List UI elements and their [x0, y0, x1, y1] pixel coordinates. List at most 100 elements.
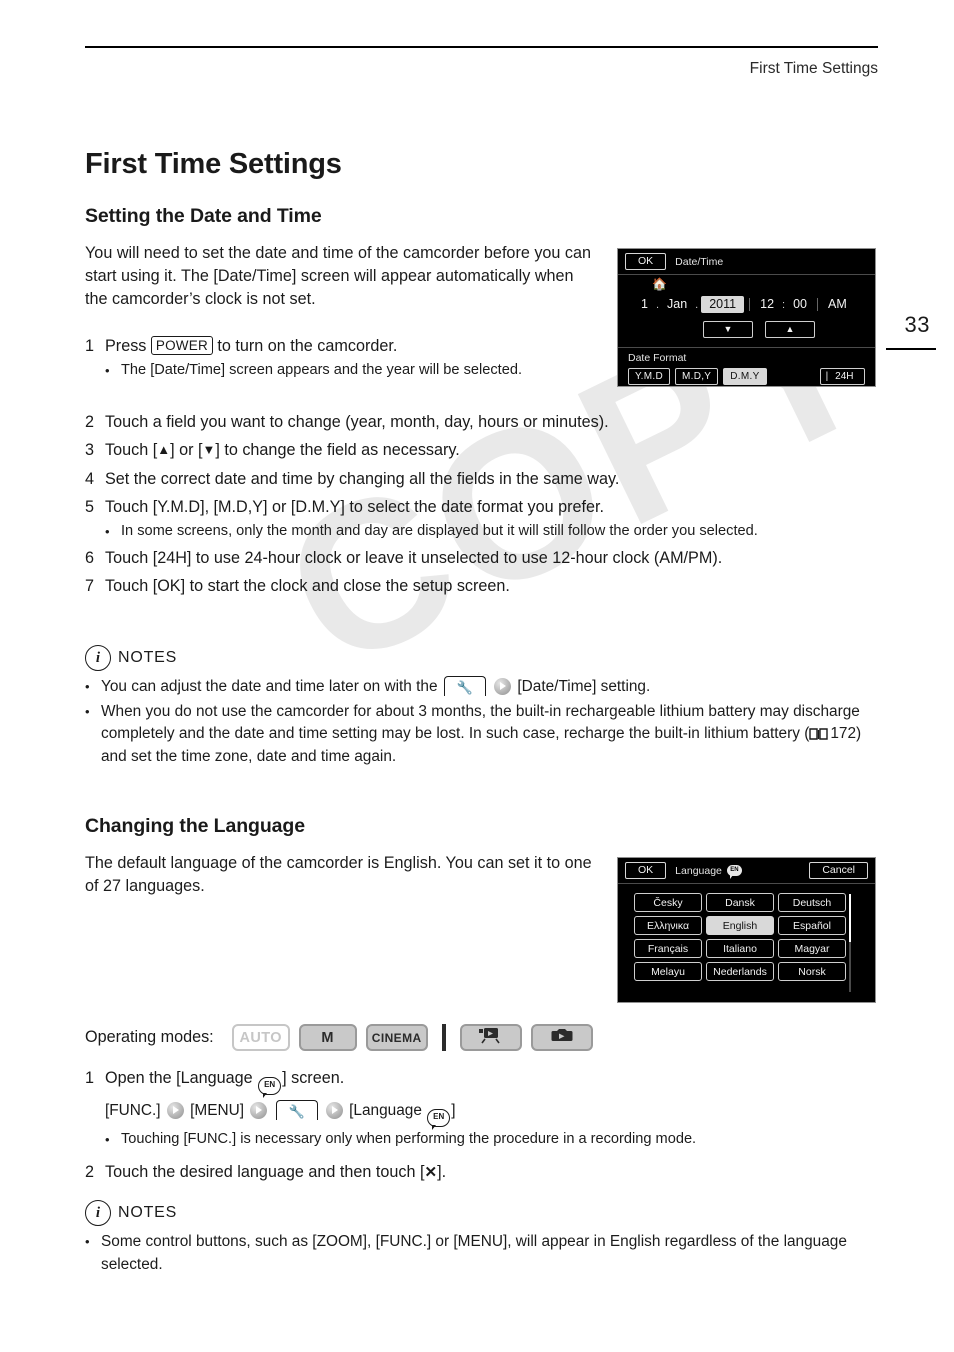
language-option-italiano[interactable]: Italiano	[706, 939, 774, 958]
note-1-text: Some control buttons, such as [ZOOM], [F…	[101, 1233, 847, 1273]
arrow-right-icon	[250, 1102, 268, 1119]
notes-heading: i NOTES	[85, 645, 878, 671]
language-option-espanol[interactable]: Español	[778, 916, 846, 935]
info-icon: i	[85, 1200, 111, 1226]
language-step-1-text-before: Open the [Language	[105, 1069, 253, 1087]
language-option-francais[interactable]: Français	[634, 939, 702, 958]
note-item-1: • Some control buttons, such as [ZOOM], …	[85, 1231, 878, 1276]
clock-24h-button[interactable]: | 24H	[819, 368, 865, 385]
field-divider	[817, 298, 818, 311]
photo-playback-icon	[549, 1026, 575, 1049]
down-arrow-button[interactable]: ▼	[703, 321, 753, 338]
notes-label: NOTES	[118, 649, 178, 666]
menu-path-language[interactable]: [Language	[349, 1102, 422, 1119]
datetime-field-row: 1 . Jan . 2011 12 : 00 AM	[636, 296, 852, 313]
language-step-1-number: 1	[85, 1069, 95, 1087]
note-2-page-ref: 172	[830, 725, 857, 742]
language-step-2-number: 2	[85, 1163, 95, 1181]
step-3-text-after: ] to change the field as necessary.	[215, 441, 460, 459]
language-step-2-text-after: ].	[437, 1163, 447, 1181]
wrench-icon: 🔧	[456, 679, 473, 695]
step-3-number: 3	[85, 441, 95, 459]
minute-field[interactable]: 00	[788, 296, 812, 313]
book-reference-icon	[809, 726, 829, 740]
lcd-screenshot-date-time: OK Date/Time 🏠 1 . Jan . 2011 12 : 00 AM…	[617, 248, 876, 387]
section-date-time: Setting the Date and Time You will need …	[85, 205, 595, 311]
lcd-title: Date/Time	[675, 255, 724, 268]
step-2-number: 2	[85, 413, 95, 431]
up-arrow-button[interactable]: ▲	[765, 321, 815, 338]
lcd-titlebar: OK Date/Time	[618, 249, 875, 275]
language-option-magyar[interactable]: Magyar	[778, 939, 846, 958]
lcd-ok-button[interactable]: OK	[625, 253, 667, 270]
language-option-melayu[interactable]: Melayu	[634, 962, 702, 981]
step-1-bullet: • The [Date/Time] screen appears and the…	[105, 360, 595, 381]
header-rule	[85, 46, 878, 48]
bullet-dot: •	[85, 679, 90, 694]
step-3-text: Touch [▲] or [▼] to change the field as …	[105, 438, 878, 463]
notes-label: NOTES	[118, 1204, 178, 1221]
format-button-dmy[interactable]: D.M.Y	[723, 368, 767, 385]
power-keycap[interactable]: POWER	[150, 336, 213, 355]
bullet-dot: •	[105, 1132, 110, 1147]
setup-menu-tab-icon: 🔧	[443, 676, 486, 696]
step-3: 3 Touch [▲] or [▼] to change the field a…	[85, 438, 878, 463]
language-step-1-text: Open the [Language EN] screen.	[105, 1066, 878, 1098]
format-button-mdy[interactable]: M.D,Y	[675, 368, 719, 385]
language-step-2: 2 Touch the desired language and then to…	[85, 1160, 878, 1185]
language-option-dansk[interactable]: Dansk	[706, 893, 774, 912]
mode-button-manual[interactable]: M	[298, 1024, 357, 1051]
home-icon: 🏠	[652, 277, 667, 291]
lcd-titlebar: OK Language EN Cancel	[618, 858, 875, 884]
meridiem-field[interactable]: AM	[823, 296, 852, 313]
clock-24h-indicator: |	[825, 371, 829, 382]
lcd-cancel-button[interactable]: Cancel	[809, 862, 868, 879]
language-option-norsk[interactable]: Norsk	[778, 962, 846, 981]
language-step-1-bullet-text: Touching [FUNC.] is necessary only when …	[121, 1131, 697, 1147]
arrow-right-icon	[325, 1102, 343, 1119]
arrow-right-icon	[494, 678, 512, 695]
date-format-row: Y.M.D M.D,Y D.M.Y | 24H	[628, 368, 875, 385]
hour-field[interactable]: 12	[755, 296, 779, 313]
page-number-rule	[886, 348, 936, 350]
info-icon: i	[85, 645, 111, 671]
notes-block-language: i NOTES • Some control buttons, such as …	[85, 1200, 878, 1276]
format-button-ymd[interactable]: Y.M.D	[628, 368, 670, 385]
language-option-english[interactable]: English	[706, 916, 774, 935]
language-option-ellinika[interactable]: Ελληνικα	[634, 916, 702, 935]
section-heading-date-time: Setting the Date and Time	[85, 205, 322, 227]
mode-button-auto[interactable]: AUTO	[231, 1024, 290, 1051]
bullet-dot: •	[85, 1234, 90, 1249]
year-field[interactable]: 2011	[701, 296, 745, 313]
language-option-deutsch[interactable]: Deutsch	[778, 893, 846, 912]
step-7-text: Touch [OK] to start the clock and close …	[105, 577, 510, 595]
setup-menu-tab-icon[interactable]: 🔧	[275, 1100, 318, 1120]
mode-button-movie-playback[interactable]	[459, 1024, 522, 1051]
language-scrollbar[interactable]	[849, 894, 851, 992]
day-field[interactable]: 1	[636, 296, 653, 313]
step-5-bullet-text: In some screens, only the month and day …	[121, 523, 758, 539]
clock-24h-label: 24H	[835, 371, 854, 382]
step-1-number: 1	[85, 337, 95, 355]
menu-path-func[interactable]: [FUNC.]	[105, 1102, 161, 1119]
intro-paragraph-date-time: You will need to set the date and time o…	[85, 244, 592, 308]
down-triangle-icon: ▼	[202, 442, 216, 457]
language-step-1: 1 Open the [Language EN] screen.	[85, 1066, 878, 1098]
notes-heading: i NOTES	[85, 1200, 878, 1226]
step-1-text: Press POWER to turn on the camcorder.	[105, 334, 595, 358]
step-1: 1 Press POWER to turn on the camcorder.	[85, 334, 595, 358]
language-option-cesky[interactable]: Česky	[634, 893, 702, 912]
steps-language: 1 Open the [Language EN] screen. [FUNC.]…	[85, 1062, 878, 1185]
menu-path-menu[interactable]: [MENU]	[190, 1102, 244, 1119]
language-scrollbar-thumb[interactable]	[849, 894, 851, 942]
lcd-ok-button[interactable]: OK	[625, 862, 667, 879]
month-field[interactable]: Jan	[662, 296, 692, 313]
note-item-2: • When you do not use the camcorder for …	[85, 701, 878, 769]
step-4-number: 4	[85, 470, 95, 488]
note-1-text-before: You can adjust the date and time later o…	[101, 678, 438, 695]
up-triangle-icon: ▲	[157, 442, 171, 457]
mode-button-cinema[interactable]: CINEMA	[365, 1024, 428, 1051]
mode-button-photo-playback[interactable]	[530, 1024, 593, 1051]
language-option-nederlands[interactable]: Nederlands	[706, 962, 774, 981]
mode-separator	[441, 1024, 446, 1051]
